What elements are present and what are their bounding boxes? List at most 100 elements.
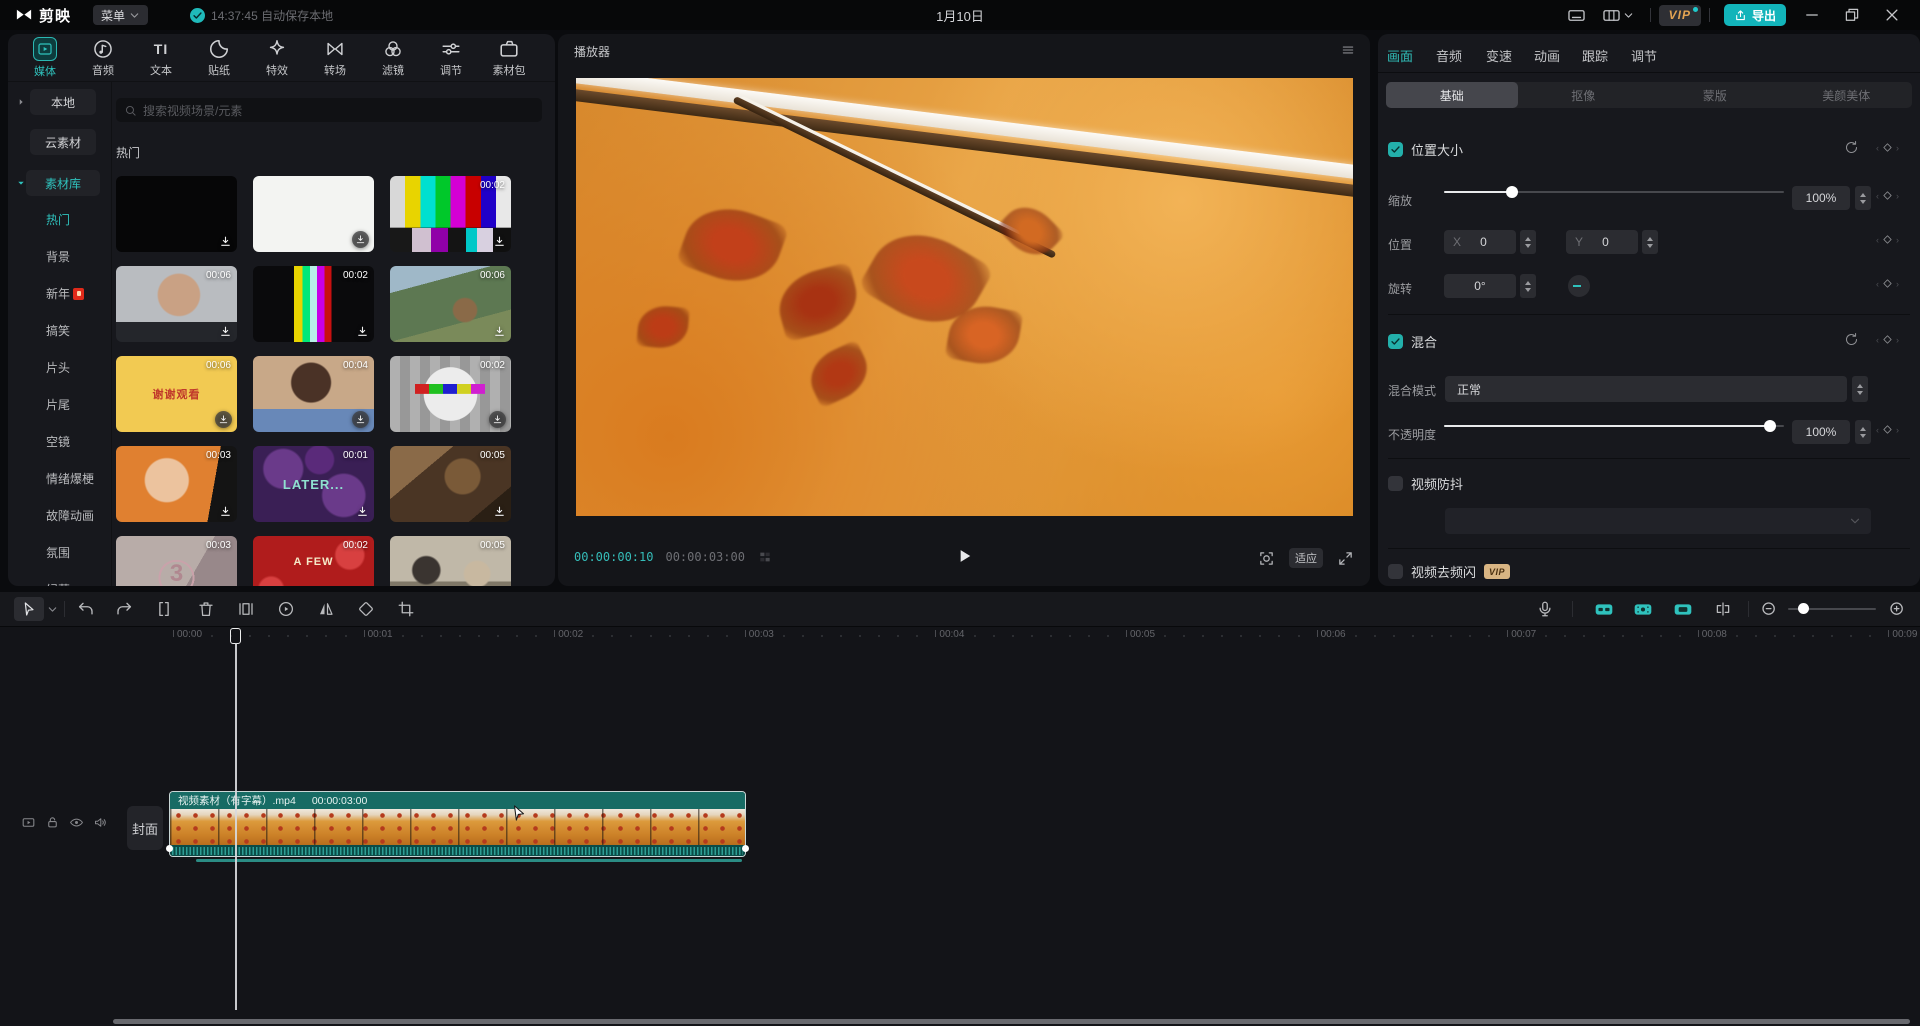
fit-button[interactable]: 适应 [1289, 548, 1323, 568]
media-thumbnail-bars[interactable]: 00:02 [390, 176, 511, 252]
tool-tab-text[interactable]: TI文本 [132, 38, 190, 78]
sidebar-item-情绪爆梗[interactable]: 情绪爆梗 [46, 470, 94, 487]
freeze-frame-button[interactable] [237, 600, 255, 618]
rotate-knob[interactable] [1568, 275, 1590, 297]
layout-chevron-icon[interactable] [1623, 10, 1634, 21]
position-y-stepper[interactable] [1642, 230, 1658, 254]
subtab-抠像[interactable]: 抠像 [1518, 82, 1650, 108]
subtab-蒙版[interactable]: 蒙版 [1649, 82, 1781, 108]
subtab-基础[interactable]: 基础 [1386, 82, 1518, 108]
eye-icon[interactable] [69, 815, 84, 830]
tool-tab-transition[interactable]: 转场 [306, 38, 364, 78]
download-icon[interactable] [356, 505, 369, 518]
position-x-field[interactable]: X 0 [1444, 230, 1516, 254]
tool-tab-effects[interactable]: 特效 [248, 38, 306, 78]
tool-tab-media[interactable]: 媒体 [16, 37, 74, 79]
close-button[interactable] [1883, 6, 1901, 24]
tool-tab-filter[interactable]: 滤镜 [364, 38, 422, 78]
media-thumbnail-white[interactable] [253, 176, 374, 252]
clip-trim-handle-right[interactable] [742, 845, 749, 852]
download-icon[interactable] [493, 505, 506, 518]
media-thumbnail-face1[interactable]: 00:06 [116, 266, 237, 342]
timeline-zoom-thumb[interactable] [1798, 603, 1809, 614]
record-voiceover-button[interactable] [1536, 600, 1554, 618]
tab-跟踪[interactable]: 跟踪 [1582, 46, 1608, 65]
frame-grid-icon[interactable] [757, 550, 773, 564]
caret-right-icon[interactable] [16, 97, 26, 107]
media-thumbnail-thanks[interactable]: 谢谢观看00:06 [116, 356, 237, 432]
select-tool-button[interactable] [14, 597, 44, 621]
sidebar-item-搞笑[interactable]: 搞笑 [46, 322, 70, 339]
zoom-in-button[interactable] [1888, 600, 1906, 618]
video-clip[interactable]: 视频素材（有字幕）.mp4 00:00:03:00 [169, 791, 746, 857]
rotate-keyframe[interactable]: ‹› [1876, 277, 1899, 290]
media-thumbnail-later[interactable]: LATER...00:01 [253, 446, 374, 522]
scale-stepper[interactable] [1855, 186, 1871, 210]
blend-keyframe[interactable]: ‹› [1876, 333, 1899, 346]
cover-button[interactable]: 封面 [127, 806, 163, 850]
subtitle-track-line[interactable] [196, 859, 742, 862]
media-thumbnail-smile[interactable]: 00:03 [116, 446, 237, 522]
auto-snap-toggle[interactable] [1592, 600, 1616, 619]
tab-画面[interactable]: 画面 [1387, 46, 1413, 65]
download-icon[interactable] [219, 505, 232, 518]
sidebar-item-背景[interactable]: 背景 [46, 248, 70, 265]
undo-button[interactable] [77, 600, 95, 618]
sidebar-item-绿幕[interactable]: 绿幕 [46, 581, 70, 586]
sidebar-item-片头[interactable]: 片头 [46, 359, 70, 376]
tool-tab-adjust[interactable]: 调节 [422, 38, 480, 78]
subtab-美颜美体[interactable]: 美颜美体 [1781, 82, 1913, 108]
blend-checkbox[interactable] [1388, 334, 1403, 349]
main-track-magnet-button[interactable] [1714, 600, 1732, 618]
sidebar-item-素材库[interactable]: 素材库 [26, 170, 100, 196]
minimize-button[interactable] [1803, 6, 1821, 24]
media-thumbnail-men[interactable]: 00:05 [390, 536, 511, 586]
video-preview[interactable] [576, 78, 1353, 516]
media-thumbnail-vbars[interactable]: 00:02 [253, 266, 374, 342]
keyframe-control[interactable]: ‹› [1876, 141, 1899, 154]
download-icon[interactable] [493, 325, 506, 338]
download-icon[interactable] [493, 235, 506, 248]
sidebar-item-氛围[interactable]: 氛围 [46, 544, 70, 561]
lock-icon[interactable] [45, 815, 60, 830]
position-size-checkbox[interactable] [1388, 142, 1403, 157]
tool-tab-audio[interactable]: 音频 [74, 38, 132, 78]
download-icon[interactable] [356, 325, 369, 338]
scale-value[interactable]: 100% [1792, 186, 1850, 210]
media-thumbnail-black[interactable] [116, 176, 237, 252]
opacity-stepper[interactable] [1855, 420, 1871, 444]
menu-button[interactable]: 菜单 [93, 5, 148, 25]
position-x-stepper[interactable] [1520, 230, 1536, 254]
crop-button[interactable] [397, 600, 415, 618]
media-thumbnail-face2[interactable]: 00:04 [253, 356, 374, 432]
preview-axis-toggle[interactable] [1671, 600, 1695, 619]
tool-tab-sticker[interactable]: 贴纸 [190, 38, 248, 78]
stabilize-checkbox[interactable] [1388, 476, 1403, 491]
position-keyframe[interactable]: ‹› [1876, 233, 1899, 246]
sidebar-item-故障动画[interactable]: 故障动画 [46, 507, 94, 524]
download-icon[interactable] [219, 235, 232, 248]
rotate-button[interactable] [357, 600, 375, 618]
opacity-value[interactable]: 100% [1792, 420, 1850, 444]
fullscreen-icon[interactable] [1337, 550, 1354, 567]
zoom-out-button[interactable] [1760, 600, 1778, 618]
position-y-field[interactable]: Y 0 [1566, 230, 1638, 254]
redo-button[interactable] [115, 600, 133, 618]
media-thumbnail-marmot[interactable]: 00:06 [390, 266, 511, 342]
restore-button[interactable] [1843, 6, 1861, 24]
sidebar-item-本地[interactable]: 本地 [30, 89, 96, 115]
keyboard-shortcuts-icon[interactable] [1567, 6, 1586, 25]
download-icon[interactable] [352, 231, 369, 248]
speaker-icon[interactable] [93, 815, 108, 830]
mirror-button[interactable] [317, 600, 335, 618]
timeline-ruler[interactable]: 00:0000:0100:0200:0300:0400:0500:0600:07… [0, 627, 1920, 644]
sidebar-item-片尾[interactable]: 片尾 [46, 396, 70, 413]
rotate-stepper[interactable] [1520, 274, 1536, 298]
tab-音频[interactable]: 音频 [1436, 46, 1462, 65]
media-thumbnail-testcard[interactable]: 00:02 [390, 356, 511, 432]
blend-mode-dropdown[interactable]: 正常 [1445, 376, 1847, 402]
opacity-slider[interactable] [1444, 420, 1784, 432]
focus-icon[interactable] [1258, 550, 1275, 567]
vip-button[interactable]: VIP [1659, 5, 1701, 26]
split-button[interactable] [155, 600, 173, 618]
